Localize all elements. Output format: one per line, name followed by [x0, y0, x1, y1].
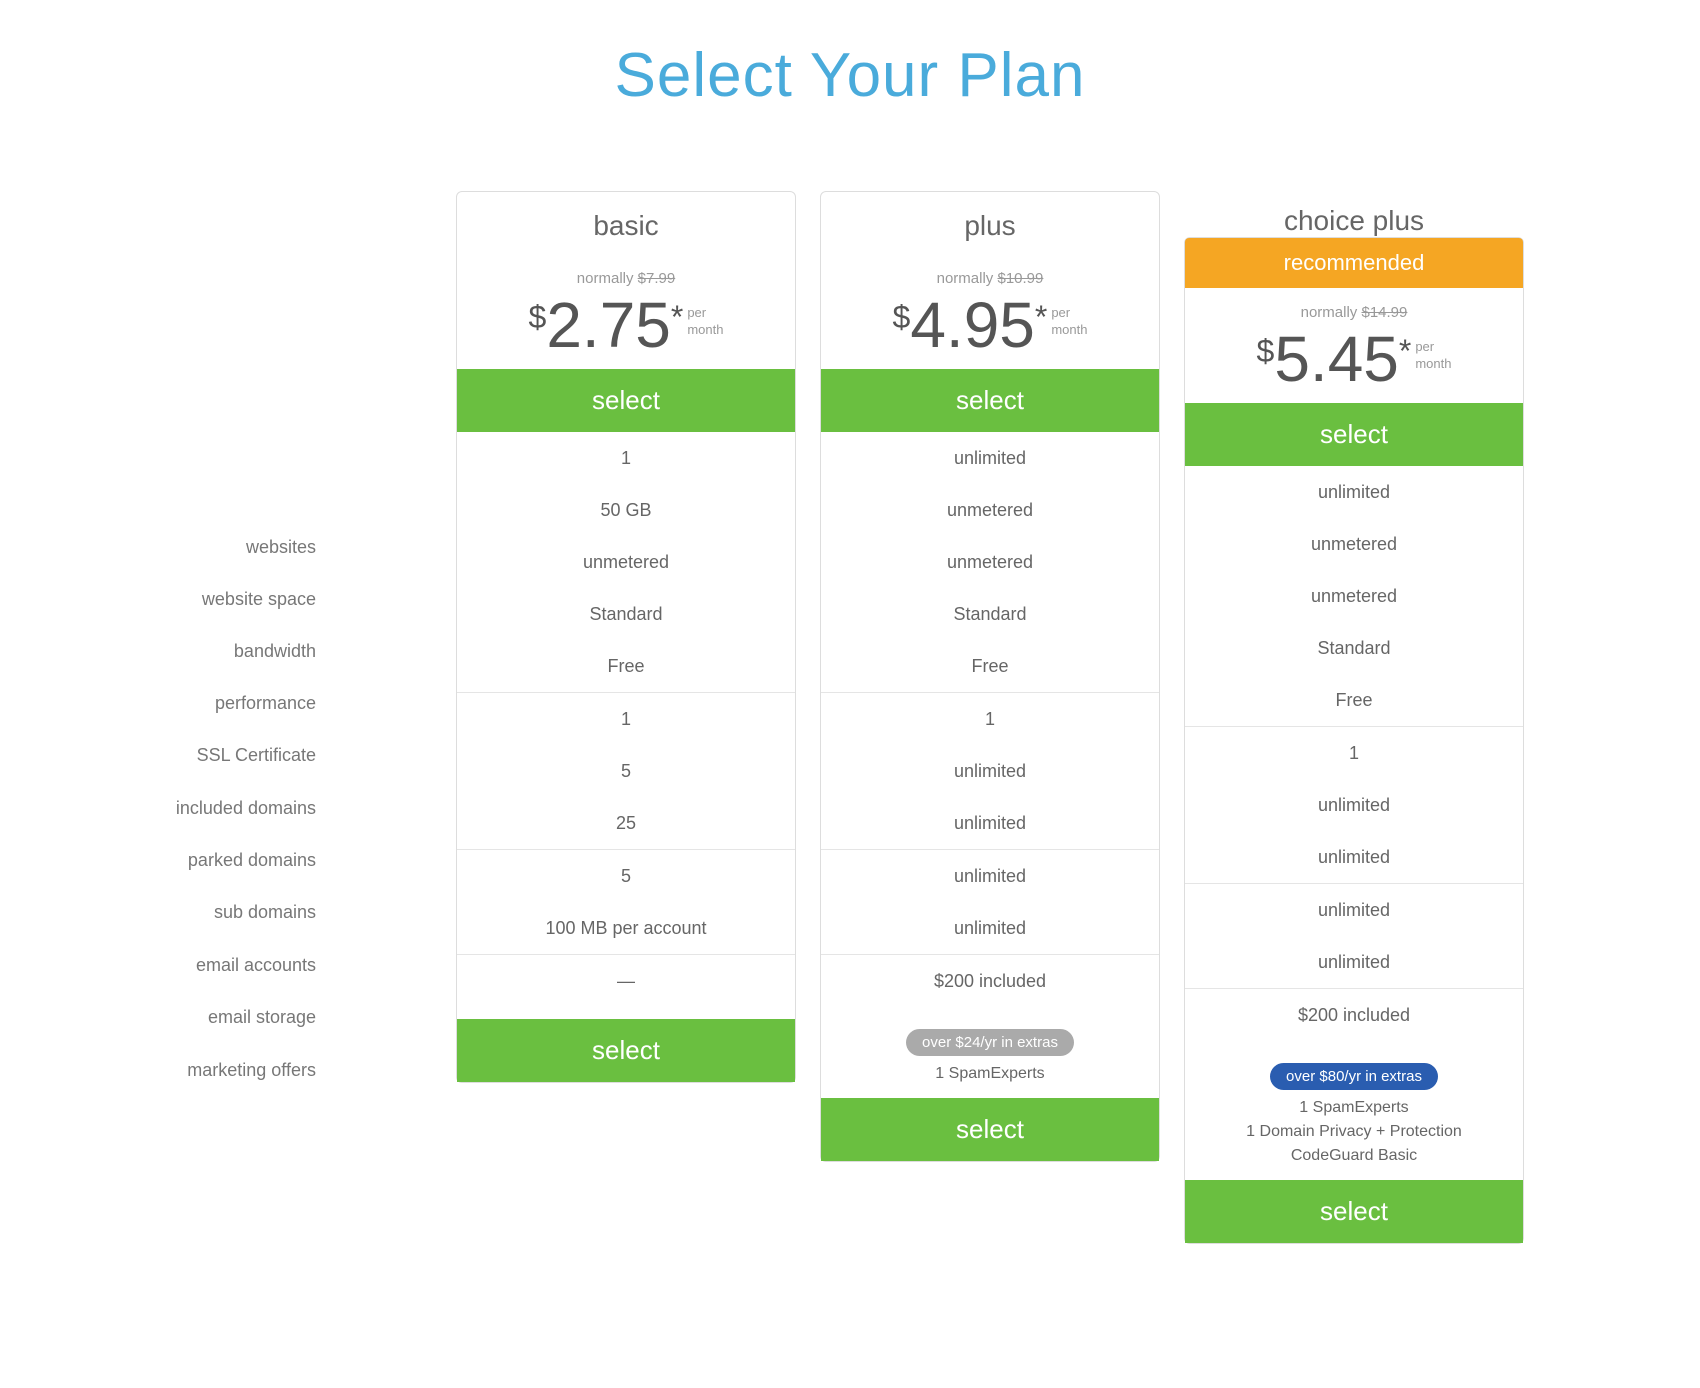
feat-basic-performance: Standard	[457, 588, 795, 640]
plan-basic-dollar: $	[529, 299, 547, 336]
plan-plus-extras-item-0: 1 SpamExperts	[837, 1062, 1143, 1086]
plan-choice-plus-star: *	[1399, 333, 1411, 370]
label-email-storage: email storage	[60, 991, 316, 1043]
plan-choice-plus: recommended normally $14.99 $ 5.45 * per…	[1184, 237, 1524, 1244]
plan-basic-features: 1 50 GB unmetered Standard Free 1 5 25 5…	[457, 432, 795, 1007]
feat-basic-marketing: —	[457, 955, 795, 1007]
page-title: Select Your Plan	[60, 40, 1640, 111]
plan-choice-plus-price-row: $ 5.45 * permonth	[1205, 327, 1503, 391]
plan-plus-per-month: permonth	[1051, 305, 1087, 339]
label-marketing-offers: marketing offers	[60, 1044, 316, 1096]
label-website-space: website space	[60, 573, 316, 625]
plan-choice-plus-original-price: $14.99	[1361, 304, 1407, 321]
plan-basic-select-top[interactable]: select	[457, 369, 795, 432]
label-parked-domains: parked domains	[60, 834, 316, 886]
feat-cp-storage: unlimited	[1185, 936, 1523, 988]
plan-plus-features: unlimited unmetered unmetered Standard F…	[821, 432, 1159, 1007]
plans-columns: basic normally $7.99 $ 2.75 * permonth s…	[340, 191, 1640, 1244]
feat-cp-space: unmetered	[1185, 518, 1523, 570]
plan-plus-name: plus	[821, 192, 1159, 254]
feat-cp-websites: unlimited	[1185, 466, 1523, 518]
page: Select Your Plan websites website space …	[0, 0, 1700, 1304]
plan-basic-normally: normally $7.99	[477, 270, 775, 287]
plan-plus-select-bottom[interactable]: select	[821, 1098, 1159, 1161]
plan-choice-plus-normally: normally $14.99	[1205, 304, 1503, 321]
label-sub-domains: sub domains	[60, 886, 316, 938]
feat-basic-included: 1	[457, 693, 795, 745]
plan-cp-extras-item-0: 1 SpamExperts	[1201, 1096, 1507, 1120]
feat-cp-marketing: $200 included	[1185, 989, 1523, 1041]
feat-cp-bandwidth: unmetered	[1185, 570, 1523, 622]
plan-choice-plus-dollar: $	[1257, 333, 1275, 370]
plan-cp-extras-item-1: 1 Domain Privacy + Protection	[1201, 1120, 1507, 1144]
feat-basic-sub: 25	[457, 797, 795, 849]
plan-choice-plus-name-above: choice plus	[1184, 191, 1524, 237]
label-included-domains: included domains	[60, 782, 316, 834]
feat-plus-marketing: $200 included	[821, 955, 1159, 1007]
feat-plus-space: unmetered	[821, 484, 1159, 536]
feat-basic-websites: 1	[457, 432, 795, 484]
plan-basic-per-month: permonth	[687, 305, 723, 339]
plan-plus-star: *	[1035, 299, 1047, 336]
feat-plus-storage: unlimited	[821, 902, 1159, 954]
plan-plus-extras-badge: over $24/yr in extras	[906, 1029, 1074, 1056]
feat-plus-sub: unlimited	[821, 797, 1159, 849]
plan-plus-normally: normally $10.99	[841, 270, 1139, 287]
plan-basic-select-bottom[interactable]: select	[457, 1019, 795, 1082]
feat-cp-sub: unlimited	[1185, 831, 1523, 883]
feat-cp-email: unlimited	[1185, 884, 1523, 936]
plan-plus-original-price: $10.99	[997, 270, 1043, 287]
plan-basic-star: *	[671, 299, 683, 336]
plan-choice-plus-extras-badge: over $80/yr in extras	[1270, 1063, 1438, 1090]
plan-plus-dollar: $	[893, 299, 911, 336]
plan-basic-price-row: $ 2.75 * permonth	[477, 293, 775, 357]
label-performance: performance	[60, 677, 316, 729]
feat-basic-bandwidth: unmetered	[457, 536, 795, 588]
plan-choice-plus-amount: 5.45	[1274, 327, 1399, 391]
plan-choice-plus-features: unlimited unmetered unmetered Standard F…	[1185, 466, 1523, 1041]
label-bandwidth: bandwidth	[60, 625, 316, 677]
feat-basic-email: 5	[457, 850, 795, 902]
labels-column: websites website space bandwidth perform…	[60, 521, 340, 1096]
feat-basic-space: 50 GB	[457, 484, 795, 536]
plan-plus-amount: 4.95	[910, 293, 1035, 357]
feat-plus-email: unlimited	[821, 850, 1159, 902]
label-email-accounts: email accounts	[60, 939, 316, 991]
plan-choice-plus-extras: over $80/yr in extras 1 SpamExperts 1 Do…	[1185, 1041, 1523, 1168]
feat-cp-ssl: Free	[1185, 674, 1523, 726]
plan-plus: plus normally $10.99 $ 4.95 * permonth s…	[820, 191, 1160, 1162]
label-websites: websites	[60, 521, 316, 573]
plan-plus-extras: over $24/yr in extras 1 SpamExperts	[821, 1007, 1159, 1086]
plan-choice-plus-select-top[interactable]: select	[1185, 403, 1523, 466]
plan-cp-extras-item-2: CodeGuard Basic	[1201, 1144, 1507, 1168]
feat-basic-storage: 100 MB per account	[457, 902, 795, 954]
plan-plus-header: normally $10.99 $ 4.95 * permonth	[821, 254, 1159, 357]
plan-basic: basic normally $7.99 $ 2.75 * permonth s…	[456, 191, 796, 1083]
feat-basic-ssl: Free	[457, 640, 795, 692]
plan-basic-amount: 2.75	[546, 293, 671, 357]
plan-basic-header: normally $7.99 $ 2.75 * permonth	[457, 254, 795, 357]
plan-choice-plus-wrapper: choice plus recommended normally $14.99 …	[1184, 191, 1524, 1244]
label-ssl: SSL Certificate	[60, 729, 316, 781]
feat-basic-parked: 5	[457, 745, 795, 797]
plan-choice-plus-per-month: permonth	[1415, 339, 1451, 373]
plan-choice-plus-select-bottom[interactable]: select	[1185, 1180, 1523, 1243]
plan-basic-original-price: $7.99	[638, 270, 676, 287]
feat-plus-ssl: Free	[821, 640, 1159, 692]
feat-cp-performance: Standard	[1185, 622, 1523, 674]
feat-cp-included: 1	[1185, 727, 1523, 779]
feat-plus-parked: unlimited	[821, 745, 1159, 797]
plans-wrapper: websites website space bandwidth perform…	[60, 191, 1640, 1244]
feat-plus-performance: Standard	[821, 588, 1159, 640]
recommended-badge: recommended	[1185, 238, 1523, 288]
feat-cp-parked: unlimited	[1185, 779, 1523, 831]
feat-plus-websites: unlimited	[821, 432, 1159, 484]
plan-basic-name: basic	[457, 192, 795, 254]
plan-plus-price-row: $ 4.95 * permonth	[841, 293, 1139, 357]
feat-plus-included: 1	[821, 693, 1159, 745]
plan-plus-select-top[interactable]: select	[821, 369, 1159, 432]
feat-plus-bandwidth: unmetered	[821, 536, 1159, 588]
plan-choice-plus-header: normally $14.99 $ 5.45 * permonth	[1185, 288, 1523, 391]
